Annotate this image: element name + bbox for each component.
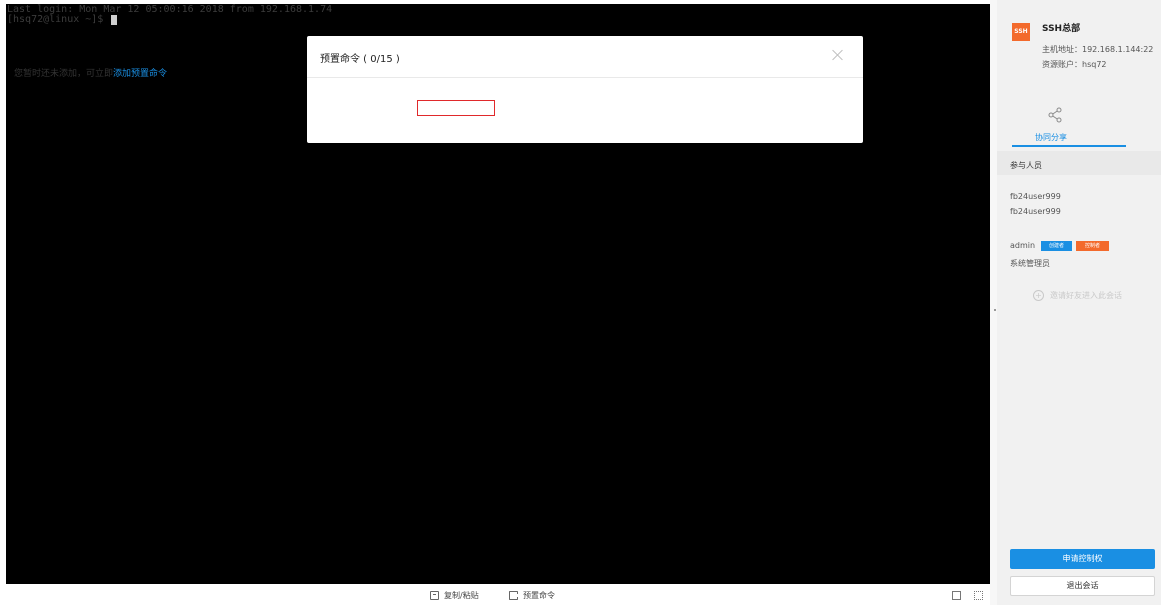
modal-title: 预置命令 ( 0/15 ) [320, 54, 400, 65]
empty-state-text: 您暂时还未添加，可立即 [14, 69, 114, 79]
share-icon[interactable] [1047, 107, 1063, 123]
plus-circle-icon: + [1033, 290, 1044, 301]
close-icon[interactable] [831, 48, 845, 62]
copy-paste-label: 复制/粘贴 [444, 591, 479, 600]
modal-header: 预置命令 ( 0/15 ) [307, 36, 863, 78]
fullscreen-icon[interactable] [974, 591, 983, 600]
add-preset-command-link[interactable]: 添加预置命令 [113, 69, 167, 79]
window-icon[interactable] [952, 591, 961, 600]
tab-share[interactable]: 协同分享 [1035, 132, 1067, 143]
exit-session-button[interactable]: 退出会话 [1010, 576, 1155, 596]
participant-item: fb24user999 [1010, 207, 1061, 216]
command-icon [509, 591, 518, 600]
resource-account: 资源账户：hsq72 [1042, 60, 1107, 69]
panel-splitter[interactable] [990, 0, 997, 605]
controller-badge: 控制者 [1076, 241, 1109, 251]
invite-label: 邀请好友进入此会话 [1050, 291, 1122, 300]
copy-icon [430, 591, 439, 600]
admin-name: admin [1010, 241, 1036, 250]
admin-role: 系统管理员 [1010, 259, 1050, 268]
request-control-button[interactable]: 申请控制权 [1010, 549, 1155, 569]
session-sidebar [997, 0, 1161, 605]
copy-paste-button[interactable]: 复制/粘贴 [430, 590, 479, 601]
modal-body: 您暂时还未添加，可立即添加预置命令 [14, 66, 167, 79]
bottom-toolbar: 复制/粘贴 预置命令 [6, 584, 990, 605]
preset-command-button[interactable]: 预置命令 [509, 590, 555, 601]
participants-label: 参与人员 [1010, 161, 1042, 170]
ssh-badge: SSH [1012, 23, 1030, 41]
invite-button[interactable]: + 邀请好友进入此会话 [1033, 290, 1122, 301]
host-title: SSH总部 [1042, 24, 1081, 34]
app-root: Last login: Mon Mar 12 05:00:16 2018 fro… [0, 0, 1161, 605]
terminal-line-prompt: [hsq72@linux ~]$ [7, 15, 990, 25]
terminal-cursor [111, 15, 118, 25]
terminal-prompt: [hsq72@linux ~]$ [7, 14, 110, 25]
host-address: 主机地址：192.168.1.144:22 [1042, 45, 1154, 54]
terminal-line-login: Last login: Mon Mar 12 05:00:16 2018 fro… [7, 4, 333, 15]
preset-command-modal: 预置命令 ( 0/15 ) [307, 36, 863, 143]
creator-badge: 创建者 [1041, 241, 1072, 251]
tab-share-underline [1012, 145, 1126, 147]
participant-item: fb24user999 [1010, 192, 1061, 201]
preset-command-label: 预置命令 [523, 591, 555, 600]
splitter-handle[interactable] [994, 309, 996, 311]
